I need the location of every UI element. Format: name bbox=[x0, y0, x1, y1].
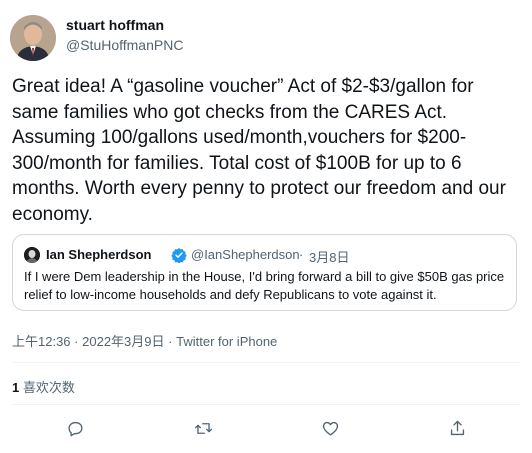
divider bbox=[12, 404, 520, 405]
tweet-text: Great idea! A “gasoline voucher” Act of … bbox=[12, 76, 512, 225]
tweet-source[interactable]: Twitter for iPhone bbox=[176, 334, 277, 349]
reply-icon bbox=[66, 419, 85, 443]
like-label: 喜欢次数 bbox=[19, 380, 75, 395]
meta-separator-2: · bbox=[168, 334, 173, 349]
retweet-button[interactable] bbox=[192, 420, 214, 442]
meta-separator: · bbox=[74, 334, 79, 349]
retweet-icon bbox=[194, 419, 213, 443]
share-icon bbox=[448, 419, 467, 443]
like-icon bbox=[321, 419, 340, 443]
author-handle[interactable]: @StuHoffmanPNC bbox=[66, 37, 183, 53]
author-avatar[interactable] bbox=[10, 15, 56, 61]
quoted-author-handle: @IanShepherdson bbox=[191, 247, 300, 262]
quoted-text: If I were Dem leadership in the House, I… bbox=[24, 269, 505, 302]
reply-button[interactable] bbox=[64, 420, 86, 442]
quoted-author-name: Ian Shepherdson bbox=[46, 247, 152, 262]
quoted-date: 3月8日 bbox=[309, 250, 350, 265]
tweet-time[interactable]: 上午12:36 bbox=[12, 334, 71, 349]
divider bbox=[12, 362, 520, 363]
likes-summary[interactable]: 1 喜欢次数 bbox=[12, 377, 75, 396]
author-name[interactable]: stuart hoffman bbox=[66, 17, 164, 33]
tweet: stuart hoffman @StuHoffmanPNC Great idea… bbox=[0, 0, 532, 453]
like-button[interactable] bbox=[319, 420, 341, 442]
tweet-meta: 上午12:36 · 2022年3月9日 · Twitter for iPhone bbox=[12, 331, 277, 350]
verified-badge-icon bbox=[171, 247, 187, 264]
share-button[interactable] bbox=[446, 420, 468, 442]
tweet-date[interactable]: 2022年3月9日 bbox=[82, 334, 164, 349]
quoted-separator: · bbox=[299, 247, 304, 262]
quoted-author-avatar bbox=[24, 247, 40, 263]
quoted-tweet[interactable]: Ian Shepherdson @IanShepherdson · 3月8日 I… bbox=[12, 234, 517, 311]
